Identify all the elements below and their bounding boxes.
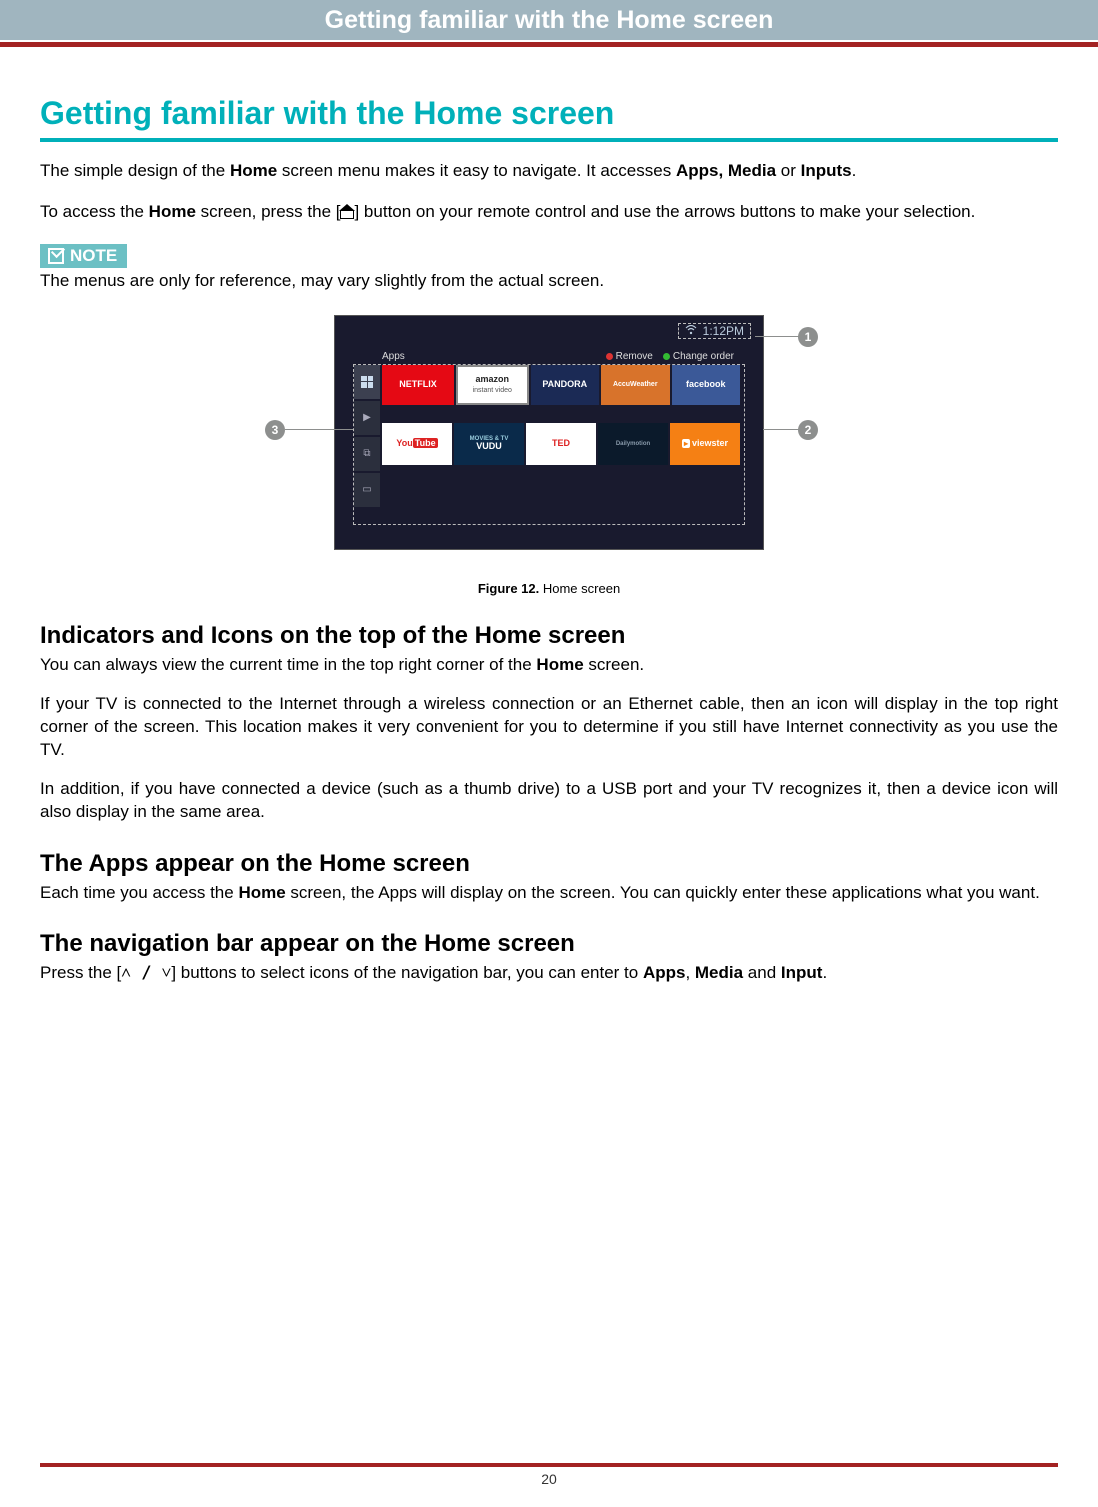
remove-hint: Remove [606,351,653,362]
tv-screenshot: 1:12PM Apps Remove Change order ▶ ⧉ ▭ [334,315,764,550]
clock-time: 1:12PM [703,324,744,338]
callout-line-1 [755,336,799,337]
sub1-p1: You can always view the current time in … [40,654,1058,677]
nav-input-icon[interactable]: ⧉ [354,437,380,471]
page-footer: 20 [40,1463,1058,1487]
tv-inner: Apps Remove Change order ▶ ⧉ ▭ NETFLI [353,364,745,525]
sub2-p: Each time you access the Home screen, th… [40,882,1058,905]
note-badge: NOTE [40,244,127,268]
tile-youtube[interactable]: YouTube [382,423,452,465]
note-text: The menus are only for reference, may va… [40,271,1058,291]
tile-amazon[interactable]: amazoninstant video [456,365,529,405]
figure-caption: Figure 12. Home screen [40,581,1058,596]
tile-accuweather[interactable]: AccuWeather [601,365,670,405]
tile-pandora[interactable]: PANDORA [531,365,600,405]
figure-wrap: 1:12PM Apps Remove Change order ▶ ⧉ ▭ [40,315,1058,575]
callout-line-3 [285,429,353,430]
wifi-icon [685,324,697,338]
tile-facebook[interactable]: facebook [672,365,741,405]
note-label: NOTE [70,246,117,266]
tile-viewster[interactable]: ▸viewster [670,423,740,465]
subheading-indicators: Indicators and Icons on the top of the H… [40,622,1058,650]
app-tiles: NETFLIX Netflix amazoninstant video PAND… [382,365,740,467]
red-dot-icon [606,353,613,360]
page-content: Getting familiar with the Home screen Th… [0,47,1098,985]
section-rule [40,138,1058,142]
tile-netflix[interactable]: NETFLIX Netflix [382,365,454,405]
nav-item-4-icon[interactable]: ▭ [354,473,380,507]
intro-paragraph-2: To access the Home screen, press the [] … [40,201,1058,224]
up-down-arrows-icon: ˄ / ˅ [121,963,171,983]
apps-label: Apps [380,351,405,362]
tile-dailymotion[interactable]: Dailymotion [598,423,668,465]
page-header-title: Getting familiar with the Home screen [325,6,774,35]
subheading-navbar: The navigation bar appear on the Home sc… [40,930,1058,958]
subheading-apps: The Apps appear on the Home screen [40,850,1058,878]
checkbox-icon [48,248,64,264]
tile-row-2: YouTube MOVIES & TVVUDU TED Dailymotion … [382,423,740,465]
callout-3: 3 [265,420,285,440]
tile-ted[interactable]: TED [526,423,596,465]
apps-header: Apps Remove Change order [380,348,740,365]
callout-1: 1 [798,327,818,347]
page-number: 20 [40,1471,1058,1487]
home-icon [340,206,354,218]
footer-rule [40,1463,1058,1467]
nav-sidebar: ▶ ⧉ ▭ [354,365,380,524]
sub3-p: Press the [˄ / ˅] buttons to select icon… [40,962,1058,985]
tile-vudu[interactable]: MOVIES & TVVUDU [454,423,524,465]
status-bar: 1:12PM [678,323,751,339]
nav-media-icon[interactable]: ▶ [354,401,380,435]
section-title: Getting familiar with the Home screen [40,95,1058,132]
change-order-hint: Change order [663,351,734,362]
callout-line-2 [763,429,799,430]
page-header: Getting familiar with the Home screen [0,0,1098,40]
callout-2: 2 [798,420,818,440]
tile-row-1: NETFLIX Netflix amazoninstant video PAND… [382,365,740,405]
intro-paragraph-1: The simple design of the Home screen men… [40,160,1058,183]
green-dot-icon [663,353,670,360]
sub1-p2: If your TV is connected to the Internet … [40,693,1058,762]
nav-apps-icon[interactable] [354,365,380,399]
note-block: NOTE The menus are only for reference, m… [40,224,1058,291]
sub1-p3: In addition, if you have connected a dev… [40,778,1058,824]
